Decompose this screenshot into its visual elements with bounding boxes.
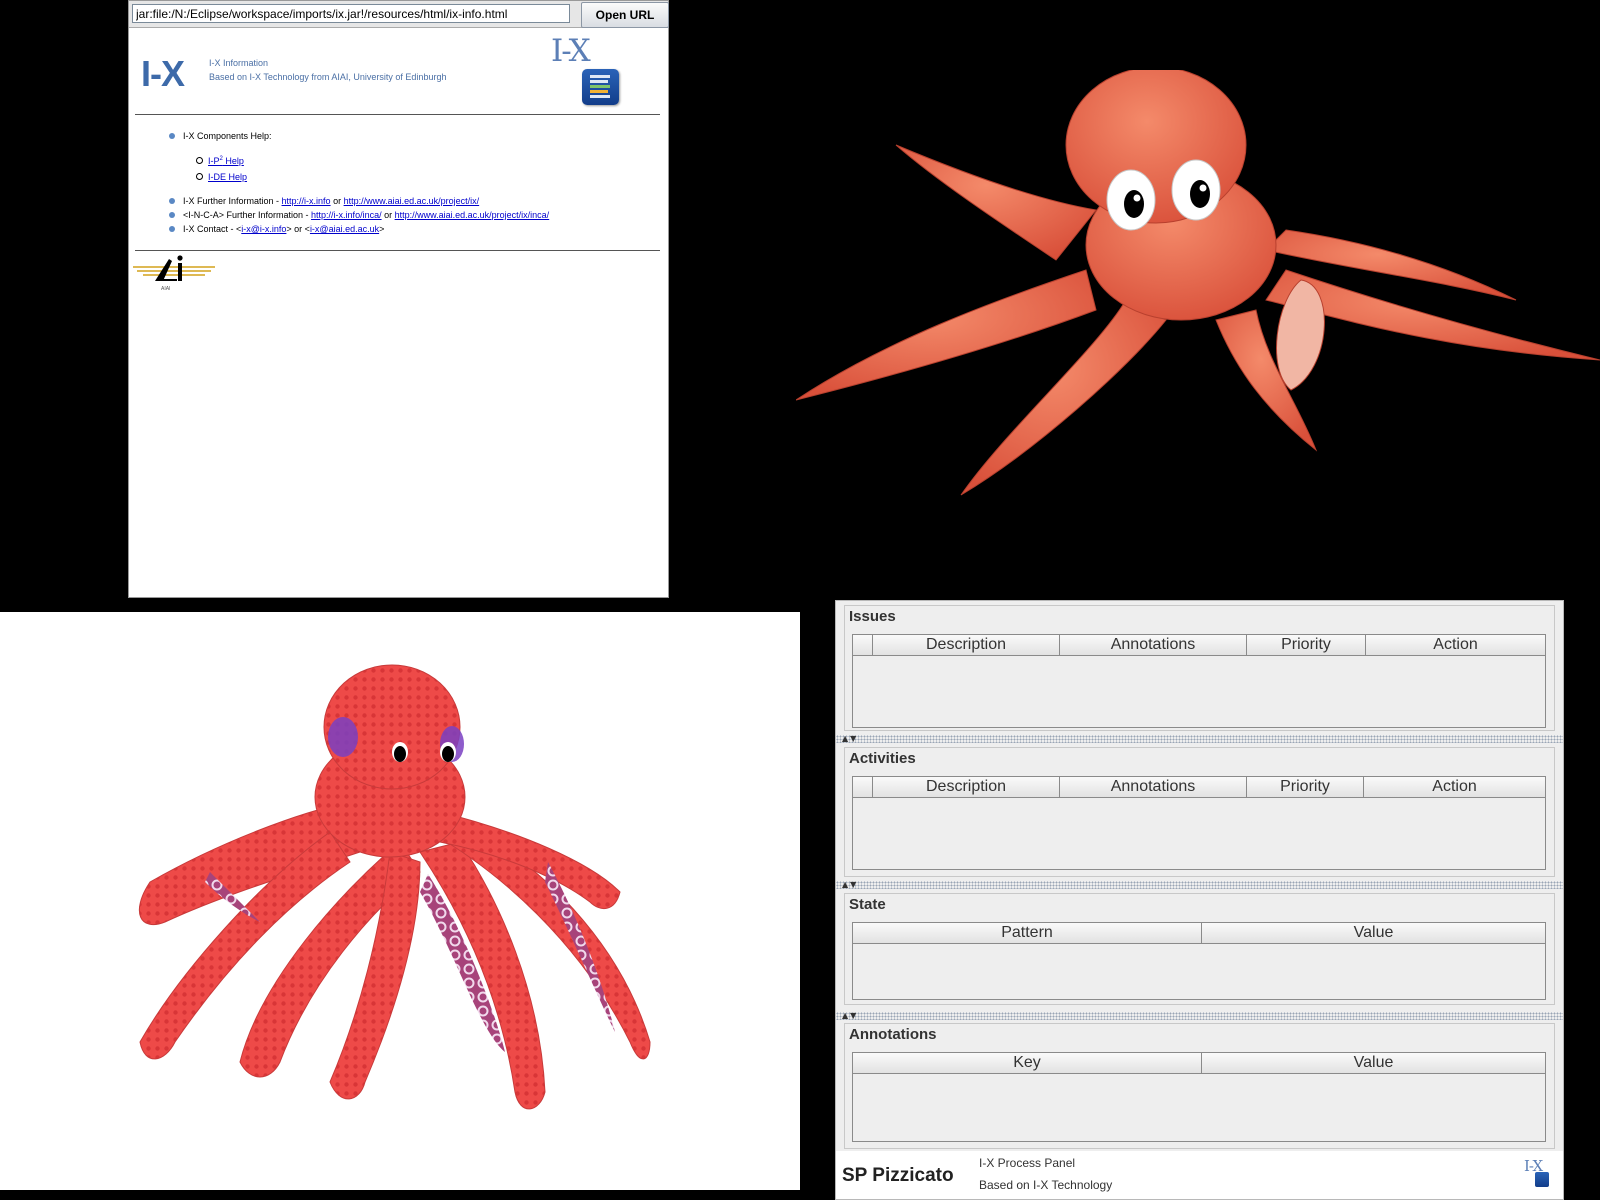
bullet-icon	[169, 198, 175, 204]
circle-bullet-icon	[196, 157, 203, 164]
ip2-help-link[interactable]: I-P2 Help	[208, 156, 244, 166]
column-header-description[interactable]: Description	[873, 635, 1060, 656]
issues-table[interactable]: Description Annotations Priority Action	[852, 634, 1546, 728]
bullet-icon	[169, 212, 175, 218]
column-header-value[interactable]: Value	[1202, 1053, 1545, 1074]
process-panel: Issues Description Annotations Priority …	[835, 600, 1564, 1200]
ix-logo: I-X	[141, 53, 185, 94]
column-header-priority[interactable]: Priority	[1247, 777, 1364, 798]
column-header-value[interactable]: Value	[1202, 923, 1545, 944]
bullet-icon	[169, 226, 175, 232]
aiai-inca-link[interactable]: http://www.aiai.ed.ac.uk/project/ix/inca…	[395, 210, 550, 220]
contact-aiai-email-link[interactable]: i-x@aiai.ed.ac.uk	[310, 224, 379, 234]
url-input[interactable]	[132, 4, 570, 23]
column-header-annotations[interactable]: Annotations	[1060, 635, 1247, 656]
cartoon-octopus-image	[796, 70, 1600, 496]
annotations-title: Annotations	[847, 1026, 939, 1043]
circle-bullet-icon	[196, 173, 203, 180]
activities-table-header: Description Annotations Priority Action	[853, 777, 1545, 799]
document-icon	[1535, 1172, 1549, 1187]
page-subtitle: Based on I-X Technology from AIAI, Unive…	[209, 72, 447, 82]
state-title: State	[847, 896, 888, 913]
document-icon	[582, 69, 619, 105]
annotations-table[interactable]: Key Value	[852, 1052, 1546, 1142]
octopus-render-panel	[0, 612, 800, 1190]
issues-title: Issues	[847, 608, 898, 625]
split-pane-divider[interactable]: ▲▼	[836, 734, 1563, 743]
url-bar: Open URL	[129, 1, 669, 28]
state-table[interactable]: Pattern Value	[852, 922, 1546, 1000]
column-header-description[interactable]: Description	[873, 777, 1060, 798]
state-section: State Pattern Value	[844, 893, 1555, 1005]
svg-text:AIAI: AIAI	[161, 286, 170, 292]
contact-email-link[interactable]: i-x@i-x.info	[241, 224, 286, 234]
browser-window: Open URL I-X I-X Information Based on I-…	[128, 0, 669, 598]
column-header-key[interactable]: Key	[853, 1053, 1202, 1074]
column-header-action[interactable]: Action	[1366, 635, 1545, 656]
column-header-priority[interactable]: Priority	[1247, 635, 1366, 656]
collapse-arrows-icon[interactable]: ▲▼	[842, 1011, 858, 1020]
column-header-annotations[interactable]: Annotations	[1060, 777, 1247, 798]
agent-name: SP Pizzicato	[842, 1165, 954, 1186]
column-header[interactable]	[853, 777, 873, 798]
split-pane-divider[interactable]: ▲▼	[836, 1011, 1563, 1020]
aiai-logo: AIAI	[133, 255, 215, 292]
ide-help-link[interactable]: I-DE Help	[208, 172, 247, 182]
activities-table[interactable]: Description Annotations Priority Action	[852, 776, 1546, 870]
ix-info-link[interactable]: http://i-x.info	[282, 196, 331, 206]
components-help-label: I-X Components Help:	[183, 131, 272, 141]
inca-info-link[interactable]: http://i-x.info/inca/	[311, 210, 382, 220]
bullet-icon	[169, 133, 175, 139]
issues-table-header: Description Annotations Priority Action	[853, 635, 1545, 657]
inca-info-label: <I-N-C-A> Further Information -	[183, 210, 312, 220]
ix-serif-logo: I-X	[551, 33, 591, 69]
activities-title: Activities	[847, 750, 918, 767]
issues-section: Issues Description Annotations Priority …	[844, 605, 1555, 731]
panel-subtitle: Based on I-X Technology	[979, 1178, 1113, 1192]
divider-line	[135, 250, 660, 251]
contact-label: I-X Contact - <	[183, 224, 242, 234]
aiai-ix-link[interactable]: http://www.aiai.ed.ac.uk/project/ix/	[344, 196, 480, 206]
column-header[interactable]	[853, 635, 873, 656]
divider-line	[135, 114, 660, 115]
panel-footer: SP Pizzicato I-X Process Panel Based on …	[836, 1151, 1563, 1199]
3d-octopus-image	[138, 664, 651, 1110]
open-url-button[interactable]: Open URL	[581, 2, 669, 28]
column-header-action[interactable]: Action	[1364, 777, 1545, 798]
collapse-arrows-icon[interactable]: ▲▼	[842, 734, 858, 743]
further-info-label: I-X Further Information -	[183, 196, 282, 206]
page-title: I-X Information	[209, 58, 269, 68]
state-table-header: Pattern Value	[853, 923, 1545, 945]
column-header-pattern[interactable]: Pattern	[853, 923, 1202, 944]
split-pane-divider[interactable]: ▲▼	[836, 880, 1563, 889]
annotations-table-header: Key Value	[853, 1053, 1545, 1075]
panel-title: I-X Process Panel	[979, 1156, 1076, 1170]
collapse-arrows-icon[interactable]: ▲▼	[842, 880, 858, 889]
annotations-section: Annotations Key Value	[844, 1023, 1555, 1149]
activities-section: Activities Description Annotations Prior…	[844, 747, 1555, 877]
